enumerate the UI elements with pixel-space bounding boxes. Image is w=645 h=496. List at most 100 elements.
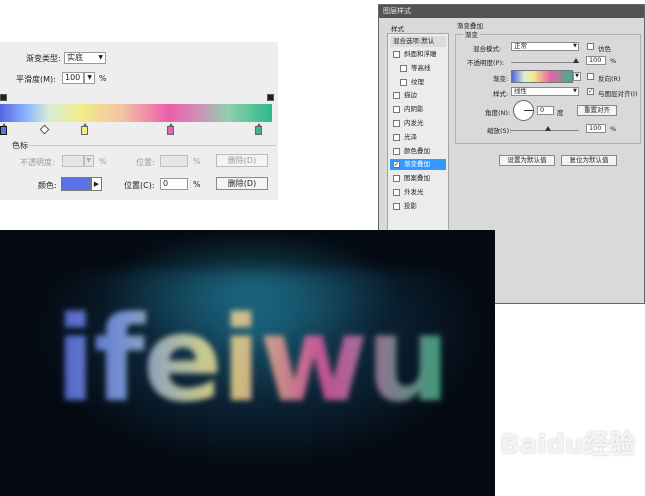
color-swatch[interactable] [61,177,91,191]
opacity-location-input[interactable] [160,155,188,167]
blend-options-label: 混合选项:默认 [393,37,435,45]
style-item-label: 内发光 [404,119,424,127]
gradient-label: 渐变: [493,75,509,83]
style-item-checkbox[interactable] [393,133,400,141]
color-stop-blue[interactable] [0,123,7,135]
reset-align-button[interactable]: 重置对齐 [577,105,617,116]
delete-color-stop-button[interactable]: 删除(D) [216,177,268,190]
gradient-preview-bar[interactable] [0,104,272,122]
style-item-label: 纹理 [411,77,424,86]
color-stop-green[interactable] [255,123,262,135]
style-item-label: 内阴影 [404,105,424,114]
gradient-dropdown[interactable]: ▼ [573,72,581,81]
opacity-input[interactable] [62,155,84,167]
reverse-label: 反向(R) [598,75,621,83]
style-select[interactable]: 线性 ▼ [511,87,579,96]
chevron-down-icon: ▼ [573,88,577,94]
style-item[interactable]: 外发光 [390,187,446,198]
style-item[interactable]: 光泽 [390,132,446,143]
location-label: 位置(C): [124,181,155,190]
style-item[interactable]: 内阴影 [390,104,446,115]
delete-opacity-stop-button[interactable]: 删除(D) [216,154,268,167]
style-item[interactable]: 描边 [390,90,446,101]
style-item-checkbox[interactable] [393,147,400,155]
style-item[interactable]: 纹理 [390,77,446,88]
gradient-picker[interactable] [511,70,573,83]
angle-dial-needle [524,110,533,111]
blend-mode-select[interactable]: 正常 ▼ [511,42,579,51]
angle-dial[interactable] [513,100,534,121]
style-item[interactable]: 投影 [390,201,446,212]
angle-unit: 度 [557,109,564,117]
opacity-dropdown[interactable]: ▼ [84,155,94,167]
chevron-down-icon: ▼ [87,74,92,81]
style-item[interactable]: ✓ 渐变叠加 [390,159,446,171]
style-item[interactable]: 图案叠加 [390,173,446,184]
scale-unit: % [610,125,617,133]
smoothness-dropdown[interactable]: ▼ [84,72,95,84]
chevron-down-icon: ▼ [86,157,91,164]
style-item-checkbox[interactable] [393,106,400,114]
location-unit-disabled: % [193,157,201,166]
scale-slider-thumb[interactable] [545,126,551,131]
opacity-input[interactable]: 100 [586,56,606,65]
align-checkbox[interactable]: ✓ [587,88,594,95]
smoothness-label: 平滑度(M): [16,75,56,84]
gradient-type-label: 渐变类型: [26,54,61,63]
dialog-title: 图层样式 [379,5,644,18]
location-label-disabled: 位置: [136,158,155,167]
style-item-label: 光泽 [404,132,417,141]
set-default-button[interactable]: 设置为默认值 [499,155,555,166]
style-item-checkbox[interactable]: ✓ [393,161,400,169]
baidu-watermark: Baidu经验 jingyan.baidu.com [500,420,640,490]
color-stop-yellow[interactable] [81,123,88,135]
style-item-label: 外发光 [404,188,424,196]
opacity-slider-thumb[interactable] [573,58,579,63]
style-item-checkbox[interactable] [393,189,400,196]
style-item-checkbox[interactable] [393,51,400,58]
style-item-checkbox[interactable] [400,78,407,86]
location-unit: % [193,180,201,189]
location-input[interactable]: 0 [160,178,188,190]
color-flyout-arrow-icon[interactable]: ▶ [91,177,102,191]
scale-input[interactable]: 100 [586,124,606,133]
gradient-type-select[interactable]: 实底 ▼ [64,52,106,64]
blend-options-item[interactable]: 混合选项:默认 [390,36,446,47]
style-item[interactable]: 内发光 [390,118,446,129]
style-item-checkbox[interactable] [393,92,400,100]
opacity-stop-right[interactable] [267,94,274,101]
style-item-label: 等高线 [411,63,431,72]
style-item-label: 渐变叠加 [404,160,430,169]
color-stop-pink[interactable] [167,123,174,135]
style-value: 线性 [514,87,527,95]
style-item[interactable]: 斜面和浮雕 [390,49,446,60]
dither-label: 仿色 [598,45,611,53]
smoothness-unit: % [99,74,107,83]
watermark-text: Baidu经验 [500,430,636,460]
style-item-checkbox[interactable] [393,202,400,210]
opacity-label: 不透明度: [20,158,55,167]
opacity-slider-track[interactable] [511,62,579,63]
reset-default-button[interactable]: 复位为默认值 [561,155,617,166]
style-item-label: 投影 [404,201,417,210]
watermark-subtext: jingyan.baidu.com [514,458,598,468]
angle-input[interactable]: 0 [537,106,554,115]
gradient-type-value: 实底 [67,53,83,62]
style-item-checkbox[interactable] [393,120,400,127]
align-label: 与图层对齐(I) [598,90,638,98]
reverse-checkbox[interactable] [587,73,594,80]
dither-checkbox[interactable] [587,43,594,50]
style-item[interactable]: 颜色叠加 [390,146,446,157]
opacity-unit: % [99,157,107,166]
opacity-stop-left[interactable] [0,94,7,101]
smoothness-input[interactable]: 100 [62,72,84,84]
midpoint-diamond[interactable] [39,124,50,135]
style-item-checkbox[interactable] [400,64,407,72]
group-title: 渐变 [463,29,480,39]
chevron-down-icon: ▼ [573,43,577,49]
style-item-label: 颜色叠加 [404,146,430,155]
blend-mode-value: 正常 [514,42,527,50]
style-item[interactable]: 等高线 [390,63,446,74]
style-item-checkbox[interactable] [393,175,400,183]
styles-header: 样式 [391,25,404,33]
